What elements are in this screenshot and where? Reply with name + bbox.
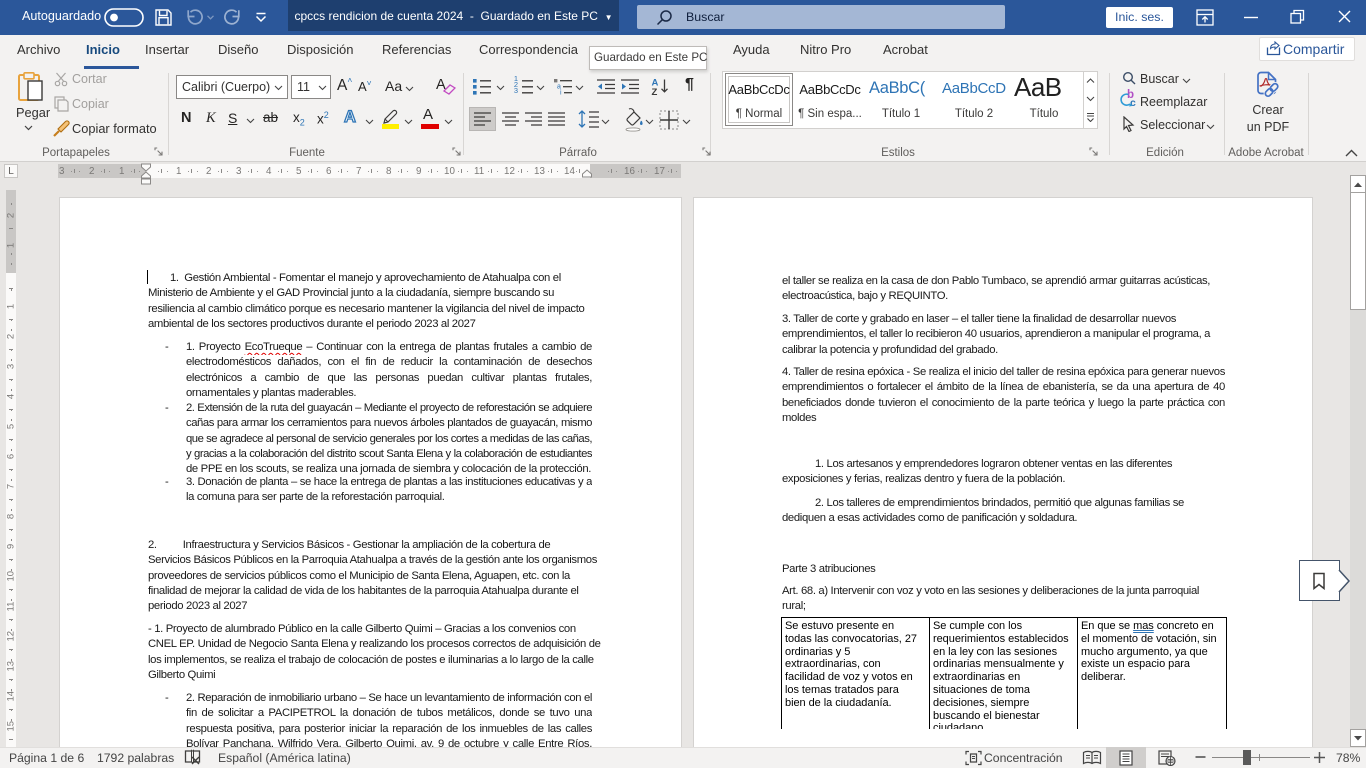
svg-text:Z: Z — [652, 87, 658, 96]
svg-text:i: i — [560, 90, 562, 95]
